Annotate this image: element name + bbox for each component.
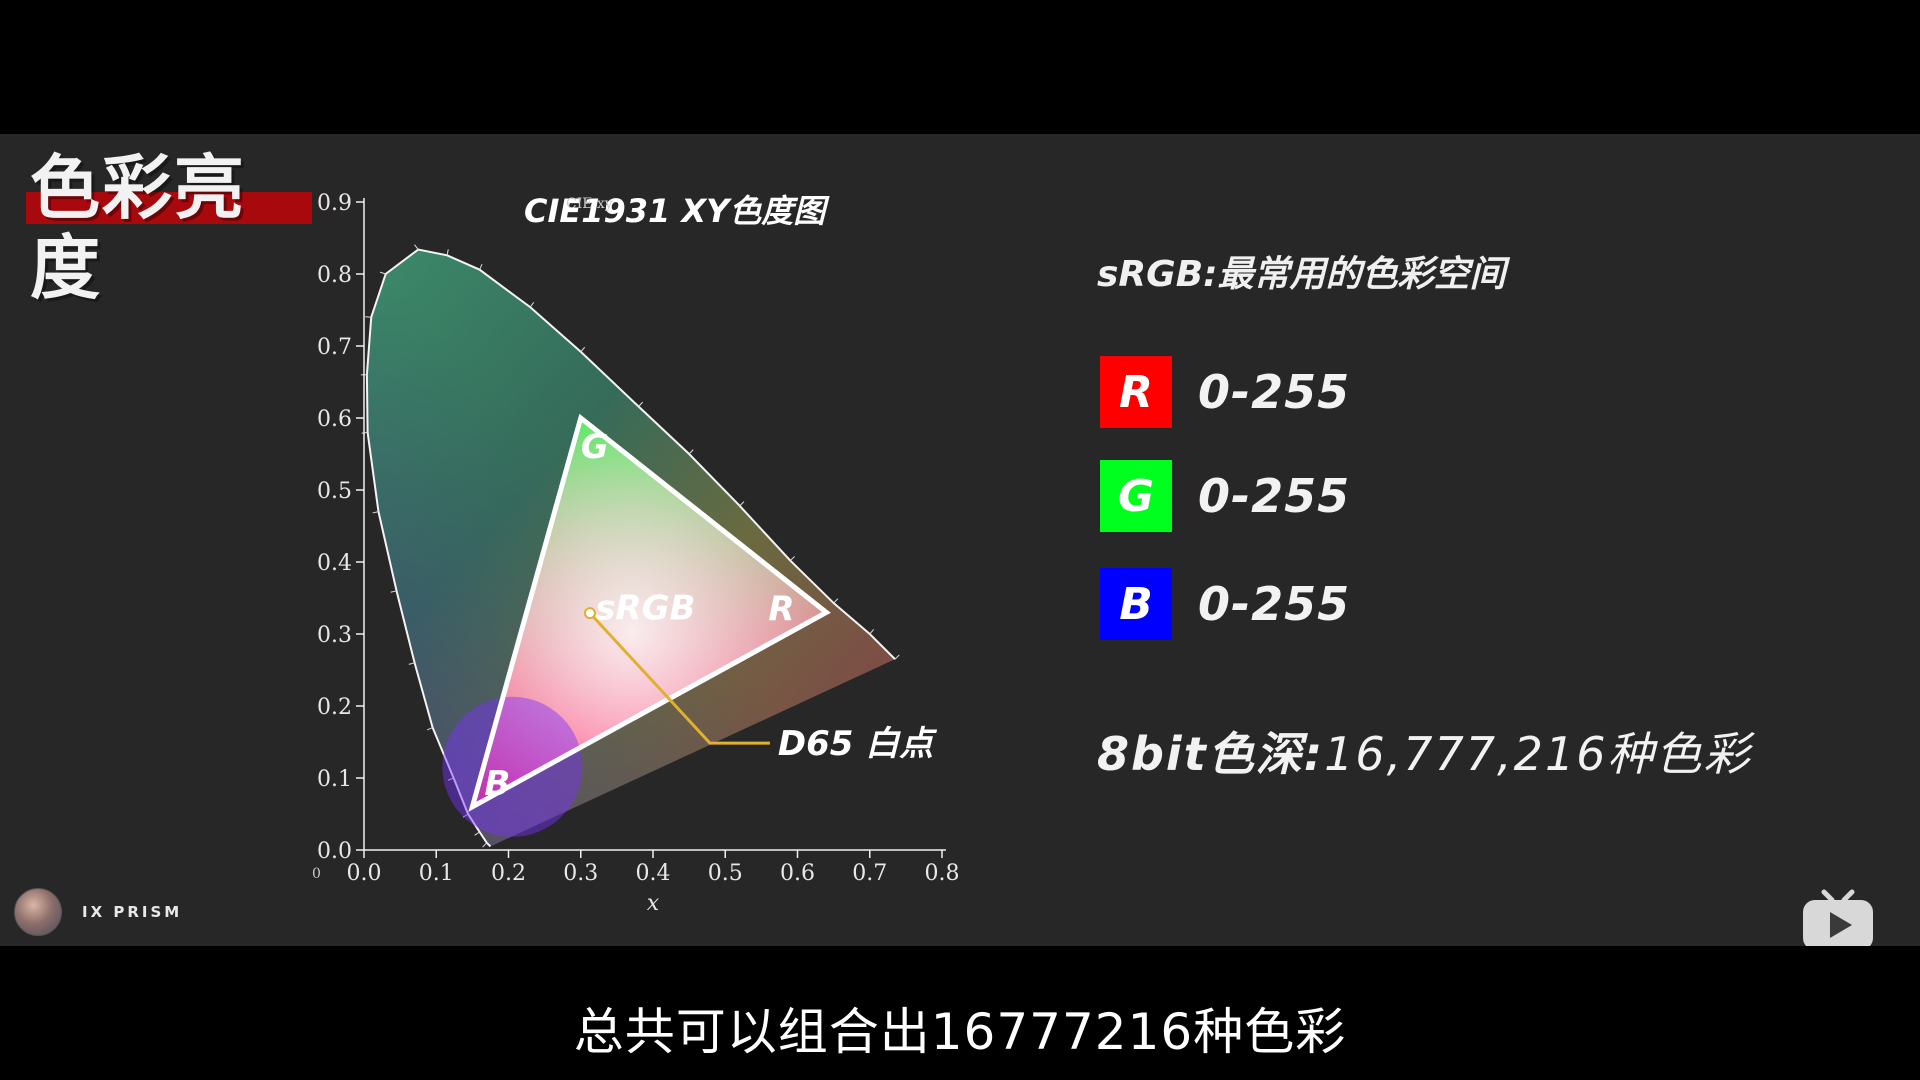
locus-tick [833, 598, 839, 604]
locus-tick [446, 249, 449, 256]
cie-chromaticity-chart: R G BsRGB D65 白点 0.0 0.1 0.2 0.3 0.4 0.5 0.6 0.7 0.… [312, 191, 960, 916]
locus-tick [408, 662, 415, 665]
locus-tick [414, 244, 419, 250]
y-tick-label: 0.0 [317, 839, 352, 864]
x-tick-label: 0.8 [925, 861, 960, 886]
locus-tick [390, 590, 397, 593]
bit-depth-line: 8bit色深:16,777,216种色彩 [1097, 718, 1751, 784]
y-tick-label: 0.9 [317, 191, 352, 216]
x-tick-label: 0.4 [636, 861, 671, 886]
x-tick-label: 0.0 [347, 861, 382, 886]
channel-row-r: R 0-255 [1100, 356, 1350, 428]
locus-tick [479, 263, 483, 270]
video-subtitle: 总共可以组合出16777216种色彩 [573, 1003, 1347, 1061]
x-tick-label: 0.6 [780, 861, 815, 886]
channel-row-b: B 0-255 [1100, 568, 1350, 640]
letterbox-top [0, 0, 1920, 134]
bit-depth-label: 8bit色深: [1097, 727, 1325, 781]
x-tick-label: 0.1 [419, 861, 454, 886]
srgb-series-label: sRGB [595, 589, 695, 629]
slide-title-text: 色彩亮度 [30, 147, 246, 309]
channel-swatch-g: G [1100, 460, 1172, 532]
tv-icon [1803, 889, 1873, 950]
channel-name: IX PRISM [82, 903, 183, 921]
locus-tick [789, 556, 796, 561]
srgb-vertex-label-r: R [768, 589, 794, 629]
white-point-label: D65 白点 [778, 724, 937, 764]
x-axis-label: x [647, 891, 660, 916]
locus-tick [482, 842, 488, 848]
y-tick-label: 0.4 [317, 551, 352, 576]
x-tick-label: 0.3 [563, 861, 598, 886]
locus-tick [688, 449, 694, 455]
srgb-fill-blue [442, 696, 583, 837]
slide-title: 色彩亮度 [26, 148, 314, 308]
channel-range-g: 0-255 [1198, 469, 1351, 523]
x-tick-label: 0.7 [852, 861, 887, 886]
y-tick-label: 0.3 [317, 623, 352, 648]
bit-depth-value: 16,777,216种色彩 [1324, 727, 1752, 781]
y-tick-label: 0.5 [317, 479, 352, 504]
color-space-heading: sRGB:最常用的色彩空间 [1097, 254, 1506, 295]
channel-row-g: G 0-255 [1100, 460, 1350, 532]
locus-tick [580, 346, 586, 353]
locus-tick [739, 501, 745, 507]
avatar [14, 888, 62, 936]
channel-swatch-r: R [1100, 356, 1172, 428]
channel-range-r: 0-255 [1198, 365, 1351, 419]
locus-tick [372, 511, 379, 514]
locus-tick [426, 727, 433, 731]
y-tick-label: 0.6 [317, 407, 352, 432]
y-tick-label: 0.8 [317, 263, 352, 288]
white-point-marker [583, 607, 596, 620]
channel-swatch-b: B [1100, 568, 1172, 640]
srgb-vertex-label-b: B [484, 764, 510, 804]
x-tick-label: 0.2 [491, 861, 526, 886]
srgb-vertex-label-g: G [581, 427, 609, 467]
locus-tick [894, 654, 900, 660]
locus-tick [474, 831, 480, 836]
channel-range-b: 0-255 [1198, 577, 1351, 631]
origin-label: 0 [312, 866, 321, 882]
y-tick-label: 0.2 [317, 695, 352, 720]
y-tick-label: 0.7 [317, 335, 352, 360]
y-tick-label: 0.1 [317, 767, 352, 792]
locus-tick [638, 401, 644, 407]
chart-inset-label: CIE xy [566, 196, 613, 212]
channel-watermark: IX PRISM [14, 888, 182, 936]
locus-tick [379, 271, 386, 275]
locus-tick [869, 629, 875, 635]
x-tick-label: 0.5 [708, 861, 743, 886]
locus-tick [529, 302, 535, 308]
